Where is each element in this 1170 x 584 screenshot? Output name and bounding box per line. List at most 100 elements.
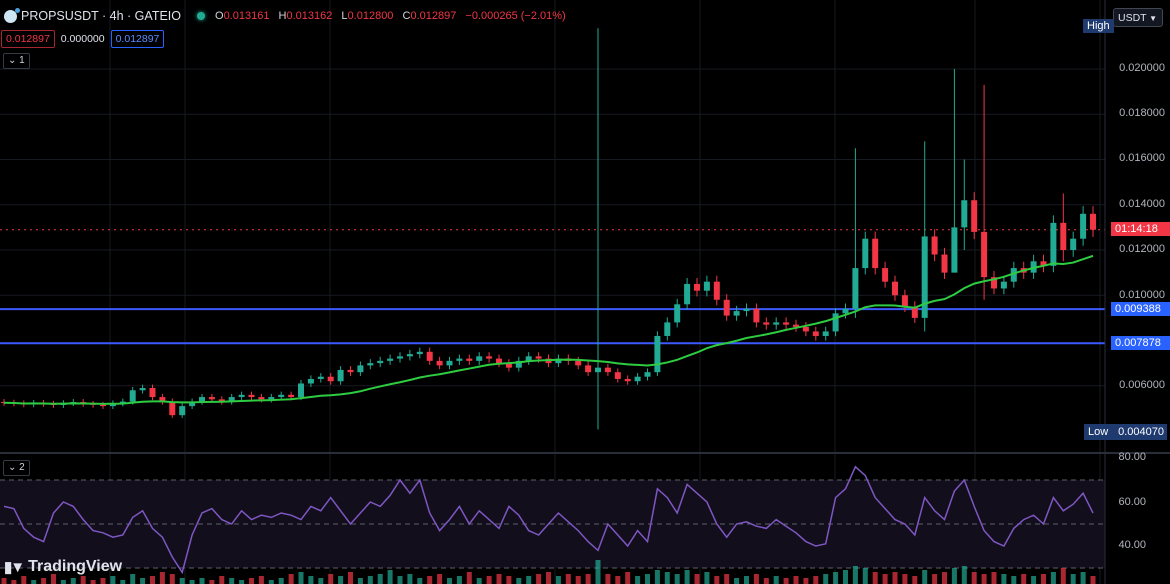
open-label: O	[215, 10, 224, 22]
volume-bar	[466, 572, 472, 584]
volume-bar	[674, 574, 680, 584]
volume-bar	[130, 574, 136, 584]
tradingview-logo[interactable]: ▮▼ TradingView	[4, 558, 122, 576]
volume-bar	[1011, 576, 1017, 584]
candles	[1, 28, 1096, 430]
volume-bar	[645, 574, 650, 584]
volume-bar	[150, 576, 155, 584]
volume-bar	[357, 578, 363, 584]
volume-bar	[734, 578, 740, 584]
candle-body	[288, 394, 295, 398]
candle-body	[357, 365, 364, 373]
volume-bar	[951, 568, 957, 584]
candle-body	[367, 363, 374, 366]
volume-bar	[239, 580, 245, 584]
volume-bar	[892, 572, 898, 584]
level-label[interactable]: 0.007878	[1111, 336, 1170, 350]
volume-bar	[615, 576, 621, 584]
volume-bar	[199, 578, 205, 584]
candle-body	[199, 397, 205, 402]
currency-select[interactable]: USDT ▼	[1113, 8, 1163, 27]
candle-body	[575, 360, 582, 366]
candle-body	[179, 406, 186, 416]
volume-bar	[585, 574, 591, 584]
volume-bar	[823, 574, 829, 584]
candle-body	[634, 376, 641, 382]
horizontal-levels[interactable]	[0, 229, 1105, 345]
volume-bar	[179, 578, 185, 584]
price-tick: 0.012000	[1119, 243, 1165, 255]
candle-body	[1060, 222, 1067, 250]
volume-bar	[31, 580, 37, 584]
volume-bar	[169, 574, 175, 584]
candle-body	[456, 358, 463, 361]
volume-bar	[813, 576, 819, 584]
high-tag: High	[1083, 19, 1114, 33]
candle-body	[585, 365, 592, 373]
candle-body	[149, 388, 156, 398]
volume-bar	[427, 576, 433, 584]
volume-bar	[595, 560, 601, 584]
candle-body	[812, 331, 819, 336]
buy-price-button[interactable]: 0.012897	[110, 30, 165, 48]
volume-bar	[625, 572, 631, 584]
candle-body	[604, 367, 611, 373]
candle-body	[1090, 213, 1096, 230]
volume-bar	[942, 572, 947, 584]
volume-bar	[664, 572, 670, 584]
candle-body	[713, 281, 720, 300]
candle-body	[783, 322, 790, 325]
open-value: 0.013161	[223, 10, 270, 22]
candle-body	[981, 231, 988, 278]
candle-body	[882, 268, 889, 282]
price-tick: 0.010000	[1119, 289, 1165, 301]
volume-bar	[268, 580, 274, 584]
volume-bar	[1050, 572, 1056, 584]
candle-body	[664, 322, 671, 336]
volume-bar	[397, 576, 403, 584]
candle-body	[278, 394, 285, 398]
candle-body	[169, 401, 176, 416]
volume-bar	[546, 572, 551, 584]
level-label[interactable]: 0.009388	[1111, 302, 1170, 316]
volume-bar	[773, 576, 779, 584]
volume-bar	[981, 574, 987, 584]
volume-bar	[516, 578, 522, 584]
candle-body	[694, 283, 700, 291]
main-pane-toggle[interactable]: ⌄ 1	[3, 53, 30, 69]
volume-bar	[159, 572, 165, 584]
candle-body	[397, 356, 403, 359]
volume-bar	[387, 570, 393, 584]
price-chart[interactable]	[0, 0, 1170, 584]
candle-body	[654, 335, 661, 373]
volume-bar	[1021, 574, 1027, 584]
volume-bar	[1031, 576, 1037, 584]
rsi-pane-toggle[interactable]: ⌄ 2	[3, 460, 30, 476]
candle-body	[951, 227, 958, 273]
candle-body	[644, 372, 651, 377]
volume-bar	[60, 580, 66, 584]
volume-bar	[694, 574, 700, 584]
rsi-tick: 40.00	[1118, 539, 1146, 551]
candle-body	[268, 397, 275, 400]
change-value: −0.000265 (−2.01%)	[465, 10, 566, 22]
candle-body	[614, 372, 621, 379]
candle-body	[317, 376, 324, 379]
candle-body	[842, 308, 849, 314]
market-status-icon[interactable]	[197, 12, 205, 20]
candle-body	[674, 304, 681, 323]
candle-body	[238, 394, 245, 398]
volume-bar	[407, 574, 413, 584]
tradingview-mark-icon: ▮▼	[4, 559, 25, 576]
chevron-down-icon: ▼	[1149, 14, 1157, 23]
price-tick: 0.018000	[1119, 107, 1165, 119]
volume-bar	[575, 576, 581, 584]
sell-price-button[interactable]: 0.012897	[1, 30, 55, 48]
rsi-pane	[0, 479, 1105, 569]
candle-body	[624, 378, 631, 382]
low-tag: Low 0.004070	[1084, 424, 1167, 440]
symbol-title[interactable]: PROPSUSDT · 4h · GATEIO	[21, 9, 181, 23]
rsi-tick: 60.00	[1118, 496, 1146, 508]
spread-value: 0.000000	[60, 33, 105, 45]
volume-bar	[912, 576, 918, 584]
